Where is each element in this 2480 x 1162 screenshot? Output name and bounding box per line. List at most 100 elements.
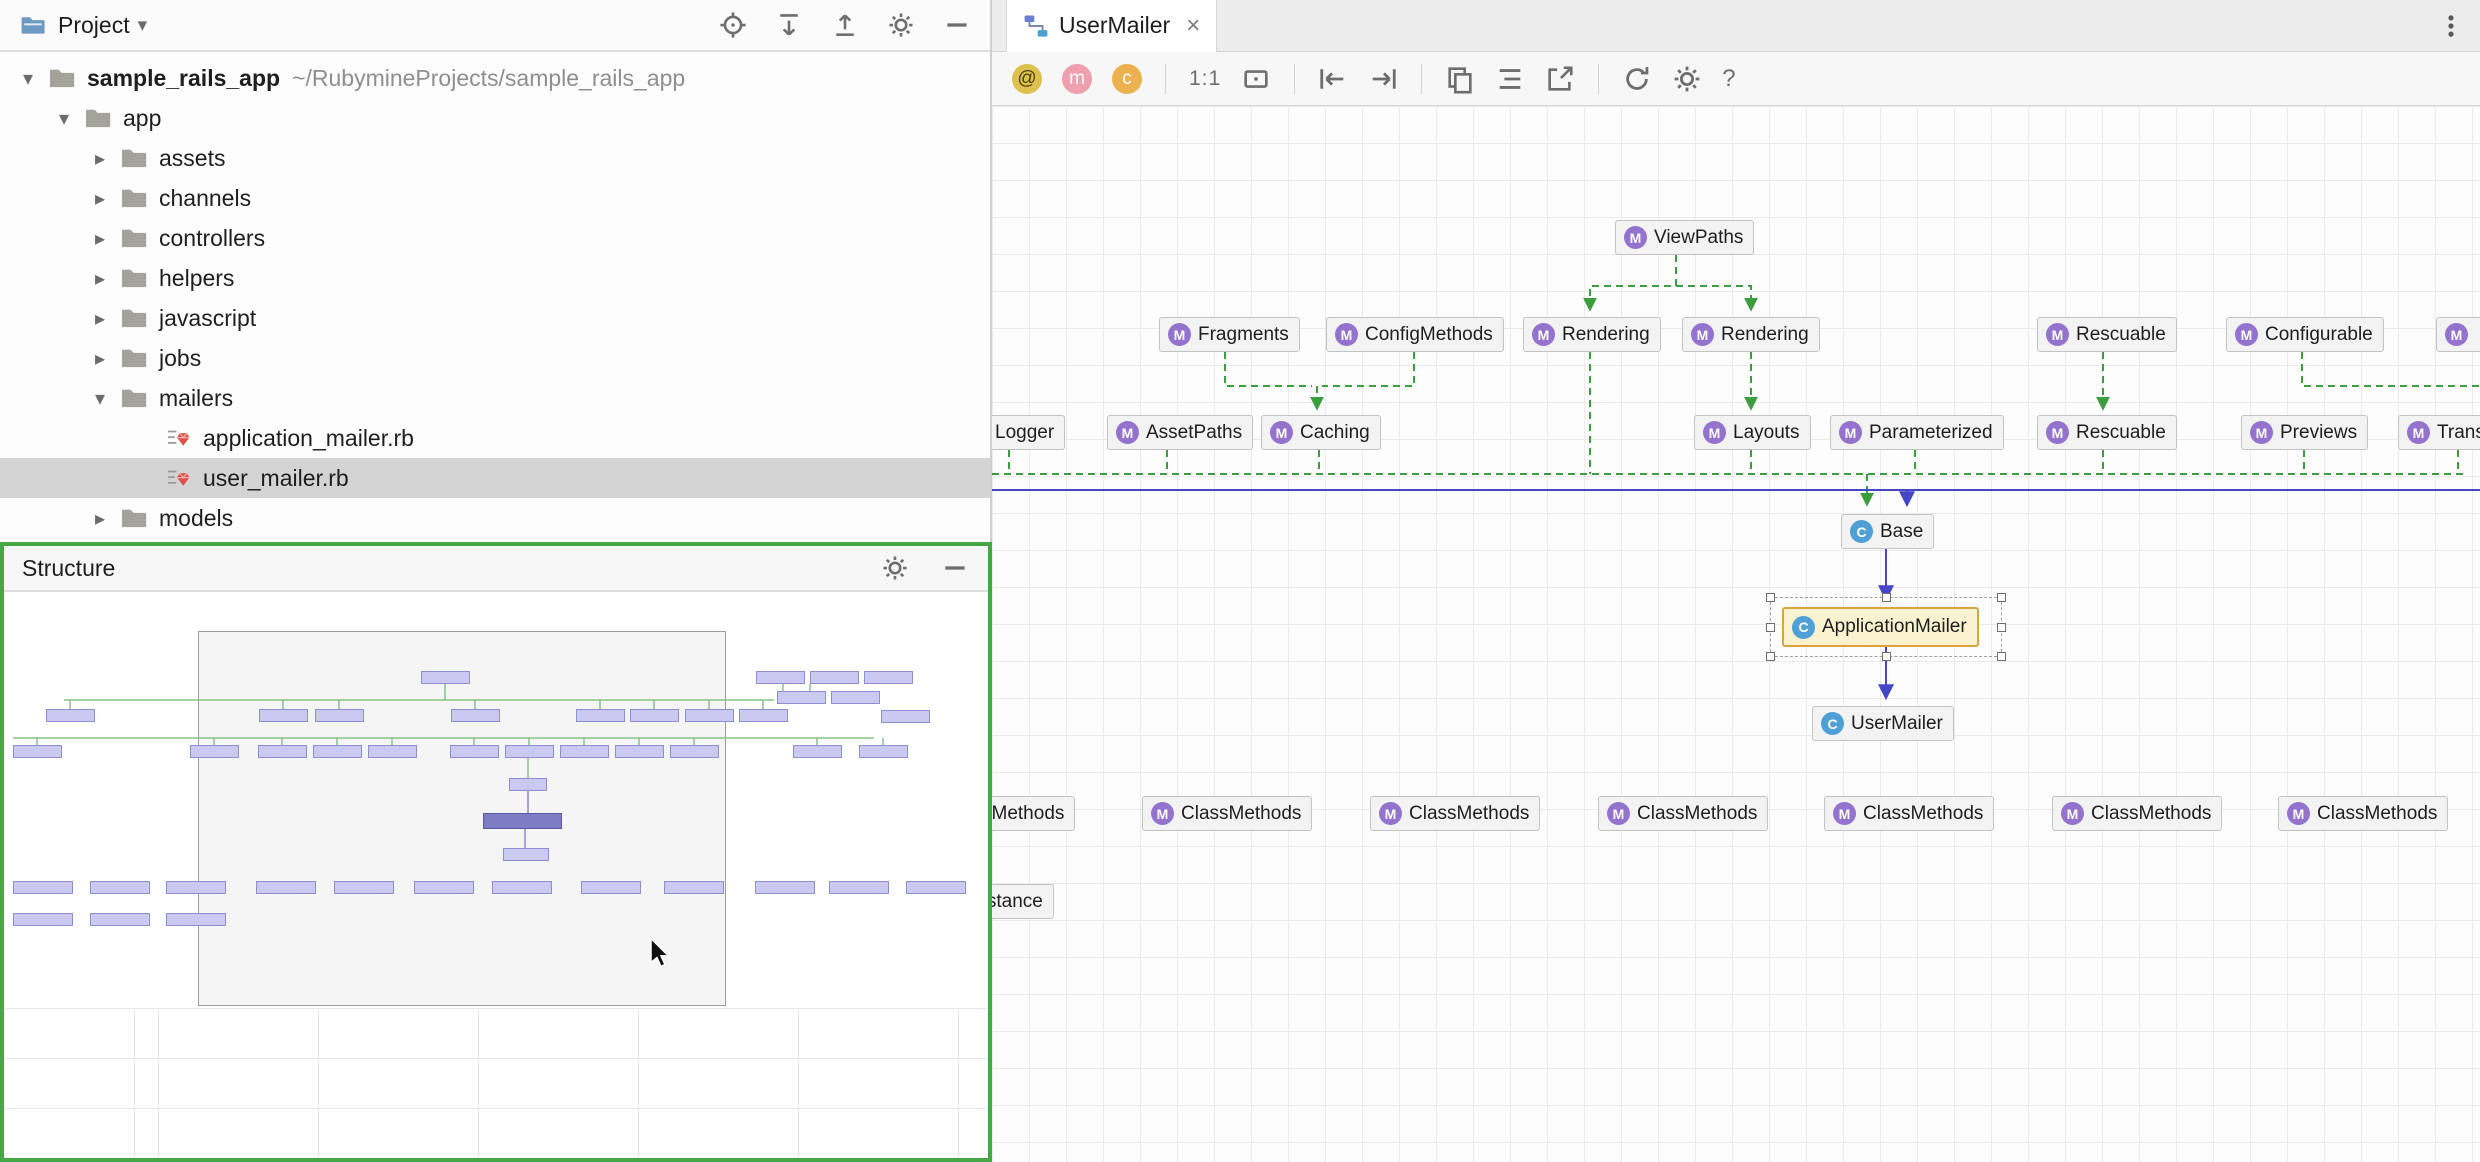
project-tree: ▾ sample_rails_app ~/RubymineProjects/sa… [0, 52, 990, 538]
diagram-node[interactable]: MConfigurable [2226, 317, 2384, 352]
diagram-canvas[interactable]: MViewPaths MFragments MConfigMethods MRe… [992, 106, 2480, 1162]
diagram-node[interactable]: MClassMethods [2052, 796, 2222, 831]
diagram-node-selected[interactable]: CApplicationMailer [1782, 607, 1979, 647]
diagram-minimap[interactable] [4, 592, 988, 1158]
tab-usermailer[interactable]: UserMailer × [1006, 0, 1217, 52]
tree-item-helpers[interactable]: ▸ helpers [0, 258, 990, 298]
diagram-node[interactable]: MTranslation [2398, 415, 2480, 450]
fit-content-icon[interactable] [1241, 64, 1271, 94]
refresh-icon[interactable] [1622, 64, 1652, 94]
tree-item-assets[interactable]: ▸ assets [0, 138, 990, 178]
expand-all-icon[interactable] [774, 10, 804, 40]
diagram-node[interactable]: CInstance [992, 884, 1054, 919]
chevron-right-icon[interactable]: ▸ [82, 506, 118, 531]
class-icon: C [1792, 616, 1815, 639]
tree-item-controllers[interactable]: ▸ controllers [0, 218, 990, 258]
close-tab-icon[interactable]: × [1186, 12, 1200, 40]
toggle-methods-badge[interactable]: m [1062, 64, 1092, 94]
structure-panel-title: Structure [22, 555, 115, 582]
chevron-down-icon[interactable]: ▾ [82, 386, 118, 411]
chevron-right-icon[interactable]: ▸ [82, 306, 118, 331]
toggle-attributes-badge[interactable]: @ [1012, 64, 1042, 94]
node-label: Rendering [1721, 324, 1809, 346]
diagram-node[interactable]: MCaching [1261, 415, 1381, 450]
diagram-node[interactable]: MClassMethods [1598, 796, 1768, 831]
tree-item-models[interactable]: ▸ models [0, 498, 990, 538]
settings-gear-icon[interactable] [886, 10, 916, 40]
settings-gear-icon[interactable] [1672, 64, 1702, 94]
diagram-node[interactable]: CBase [1841, 514, 1934, 549]
folder-icon [118, 304, 150, 332]
node-label: AssetPaths [1146, 422, 1242, 444]
tree-item-mailers[interactable]: ▾ mailers [0, 378, 990, 418]
copy-diagram-icon[interactable] [1445, 64, 1475, 94]
tab-label: UserMailer [1059, 12, 1170, 39]
chevron-right-icon[interactable]: ▸ [82, 186, 118, 211]
toggle-constants-badge[interactable]: c [1112, 64, 1142, 94]
help-icon[interactable]: ? [1722, 65, 1735, 93]
chevron-right-icon[interactable]: ▸ [82, 346, 118, 371]
diagram-node[interactable]: MClassMethods [1824, 796, 1994, 831]
minimap-node [581, 881, 641, 894]
tree-item-javascript[interactable]: ▸ javascript [0, 298, 990, 338]
project-panel-header: Project ▾ [0, 0, 990, 52]
node-label: Base [1880, 521, 1923, 543]
diagram-node[interactable]: M AssetPaths [1107, 415, 1253, 450]
tree-item-sample-rails-app[interactable]: ▾ sample_rails_app ~/RubymineProjects/sa… [0, 58, 990, 98]
diagram-node[interactable]: MViewPaths [1615, 220, 1754, 255]
node-label: ConfigMethods [1365, 324, 1493, 346]
diagram-node[interactable]: M Rendering [1682, 317, 1820, 352]
tree-item-user-mailer[interactable]: user_mailer.rb [0, 458, 990, 498]
collapse-all-icon[interactable] [830, 10, 860, 40]
diagram-node[interactable]: MRendering [1523, 317, 1661, 352]
minimap-node [859, 745, 908, 758]
module-icon: M [2046, 323, 2069, 346]
module-icon: M [1116, 421, 1139, 444]
module-icon: M [1379, 802, 1402, 825]
chevron-right-icon[interactable]: ▸ [82, 146, 118, 171]
diagram-node[interactable]: MClassMethods [1370, 796, 1540, 831]
chevron-right-icon[interactable]: ▸ [82, 266, 118, 291]
diagram-node[interactable]: MConfigMethods [1326, 317, 1504, 352]
chevron-down-icon[interactable]: ▾ [138, 14, 148, 37]
tree-item-app[interactable]: ▾ app [0, 98, 990, 138]
diagram-node[interactable]: M [2436, 317, 2480, 352]
minimap-node [670, 745, 719, 758]
show-children-icon[interactable] [1368, 64, 1398, 94]
diagram-node[interactable]: MFragments [1159, 317, 1300, 352]
minimap-node [906, 881, 966, 894]
chevron-down-icon[interactable]: ▾ [10, 66, 46, 91]
settings-gear-icon[interactable] [880, 553, 910, 583]
diagram-node[interactable]: MLayouts [1694, 415, 1811, 450]
tree-item-jobs[interactable]: ▸ jobs [0, 338, 990, 378]
locate-file-icon[interactable] [718, 10, 748, 40]
diagram-node[interactable]: MParameterized [1830, 415, 2004, 450]
node-details-icon[interactable] [1495, 64, 1525, 94]
diagram-node[interactable]: MLogger [992, 415, 1065, 450]
tree-item-application-mailer[interactable]: application_mailer.rb [0, 418, 990, 458]
module-icon: M [1168, 323, 1191, 346]
diagram-node[interactable]: MClassMethods [2278, 796, 2448, 831]
diagram-node[interactable]: MRescuable [2037, 415, 2177, 450]
chevron-right-icon[interactable]: ▸ [82, 226, 118, 251]
tree-item-label: jobs [159, 345, 201, 372]
hide-panel-icon[interactable] [940, 553, 970, 583]
actual-size-button[interactable]: 1:1 [1189, 67, 1221, 91]
node-label: Instance [992, 891, 1043, 913]
tree-item-channels[interactable]: ▸ channels [0, 178, 990, 218]
diagram-node[interactable]: MRescuable [2037, 317, 2177, 352]
module-icon: M [1691, 323, 1714, 346]
module-icon: M [2250, 421, 2273, 444]
export-diagram-icon[interactable] [1545, 64, 1575, 94]
show-parents-icon[interactable] [1318, 64, 1348, 94]
diagram-node[interactable]: MPreviews [2241, 415, 2368, 450]
minimap-node [664, 881, 724, 894]
toolbar-separator [1165, 64, 1166, 94]
diagram-tab-icon [1023, 13, 1049, 39]
diagram-node[interactable]: MClassMethods [992, 796, 1075, 831]
diagram-node[interactable]: CUserMailer [1812, 706, 1954, 741]
chevron-down-icon[interactable]: ▾ [46, 106, 82, 131]
hide-panel-icon[interactable] [942, 10, 972, 40]
diagram-node[interactable]: MClassMethods [1142, 796, 1312, 831]
kebab-menu-icon[interactable] [2436, 11, 2466, 41]
